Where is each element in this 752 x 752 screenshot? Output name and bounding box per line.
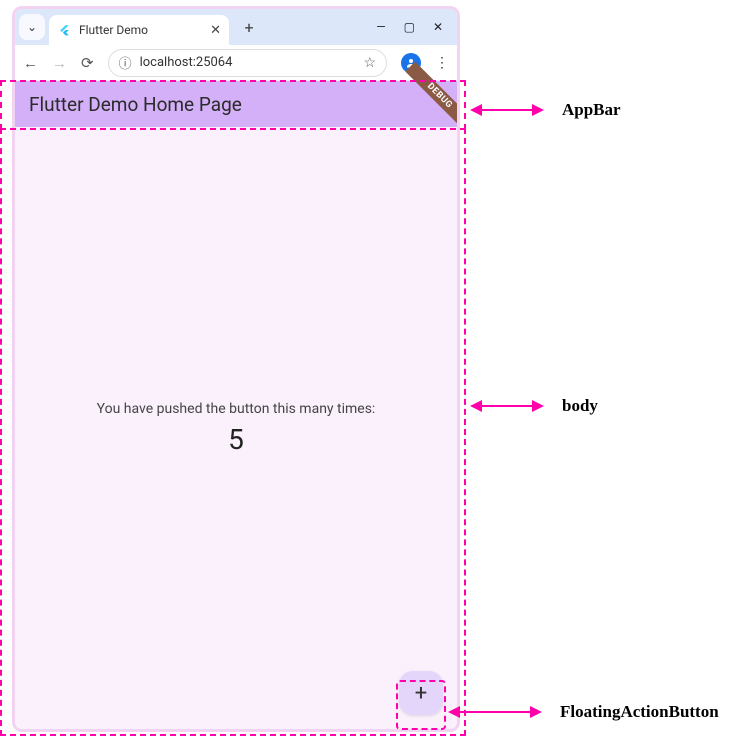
browser-toolbar: ← → ⟳ ⓘ localhost:25064 ☆ ⋮ [15, 45, 457, 81]
arrow-head-icon [470, 400, 482, 412]
close-window-icon[interactable]: ✕ [433, 20, 443, 34]
counter-value: 5 [228, 423, 244, 456]
plus-icon: + [415, 681, 427, 706]
window-controls: — ▢ ✕ [376, 20, 453, 34]
annotation-arrow-body: body [470, 396, 598, 416]
tab-title: Flutter Demo [79, 23, 148, 37]
arrow-head-icon [530, 706, 542, 718]
app-body: You have pushed the button this many tim… [15, 127, 457, 729]
annotation-label-body: body [562, 396, 598, 416]
arrow-line [460, 711, 530, 713]
bookmark-star-icon[interactable]: ☆ [363, 55, 376, 71]
forward-button[interactable]: → [52, 54, 67, 72]
push-count-label: You have pushed the button this many tim… [97, 401, 376, 417]
new-tab-button[interactable]: + [237, 15, 261, 39]
browser-window: ⌄ Flutter Demo ✕ + — ▢ ✕ ← → ⟳ ⓘ localho… [12, 6, 460, 732]
annotation-label-fab: FloatingActionButton [560, 702, 719, 722]
arrow-line [482, 109, 532, 111]
tab-search-dropdown[interactable]: ⌄ [19, 14, 45, 40]
close-icon[interactable]: ✕ [210, 23, 221, 38]
floating-action-button[interactable]: + [399, 671, 443, 715]
browser-tab[interactable]: Flutter Demo ✕ [49, 15, 229, 45]
app-bar: Flutter Demo Home Page [15, 81, 457, 127]
address-bar[interactable]: ⓘ localhost:25064 ☆ [108, 49, 387, 77]
appbar-title: Flutter Demo Home Page [29, 93, 242, 116]
arrow-head-icon [470, 104, 482, 116]
site-info-icon[interactable]: ⓘ [119, 53, 132, 72]
arrow-head-icon [448, 706, 460, 718]
minimize-icon[interactable]: — [376, 20, 385, 34]
arrow-line [482, 405, 532, 407]
annotation-arrow-appbar: AppBar [470, 100, 621, 120]
arrow-head-icon [532, 104, 544, 116]
flutter-icon [57, 23, 71, 37]
flutter-app: Flutter Demo Home Page DEBUG You have pu… [15, 81, 457, 729]
annotation-arrow-fab: FloatingActionButton [448, 702, 719, 722]
browser-tabbar: ⌄ Flutter Demo ✕ + — ▢ ✕ [15, 9, 457, 45]
chevron-down-icon: ⌄ [27, 20, 37, 34]
annotation-label-appbar: AppBar [562, 100, 621, 120]
url-text: localhost:25064 [140, 55, 356, 70]
reload-button[interactable]: ⟳ [81, 54, 94, 72]
back-button[interactable]: ← [23, 54, 38, 72]
maximize-icon[interactable]: ▢ [404, 20, 415, 34]
kebab-menu-icon[interactable]: ⋮ [435, 55, 449, 71]
arrow-head-icon [532, 400, 544, 412]
